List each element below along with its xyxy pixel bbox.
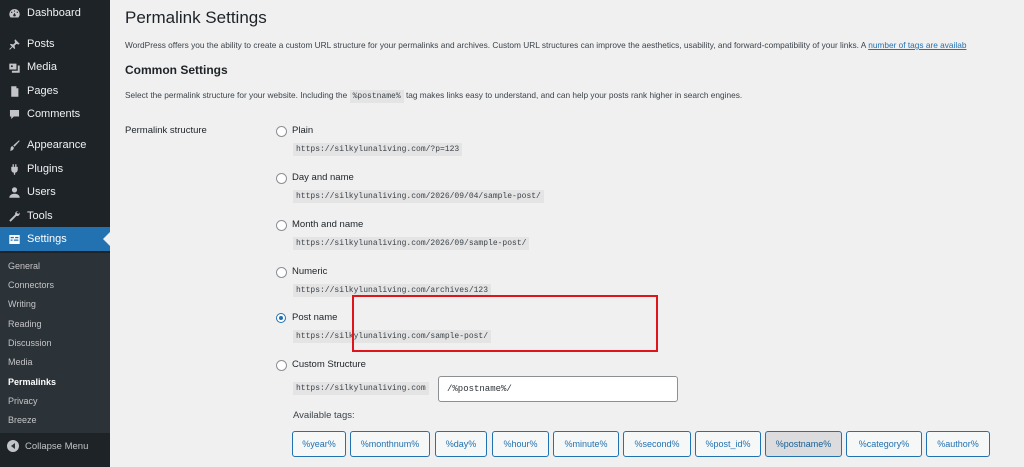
custom-structure-input[interactable]	[438, 376, 678, 402]
menu-tools[interactable]: Tools	[0, 204, 110, 228]
page-title: Permalink Settings	[125, 8, 267, 27]
menu-plugins[interactable]: Plugins	[0, 157, 110, 181]
dashboard-icon	[7, 6, 21, 20]
menu-settings-label: Settings	[27, 233, 67, 245]
radio-day-and-name[interactable]	[276, 173, 287, 184]
menu-dashboard-label: Dashboard	[27, 7, 81, 19]
submenu-discussion[interactable]: Discussion	[8, 338, 52, 348]
tag-button-monthnum[interactable]: %monthnum%	[350, 431, 430, 457]
radio-custom-structure[interactable]	[276, 360, 287, 371]
intro-text: WordPress offers you the ability to crea…	[125, 40, 966, 50]
submenu-media[interactable]: Media	[8, 357, 33, 367]
menu-media-label: Media	[27, 61, 57, 73]
collapse-arrow-icon	[7, 440, 19, 452]
tag-button-day[interactable]: %day%	[435, 431, 487, 457]
submenu-connectors[interactable]: Connectors	[8, 280, 54, 290]
menu-pages-label: Pages	[27, 85, 59, 97]
pushpin-icon	[7, 37, 21, 51]
permalink-structure-label: Permalink structure	[125, 125, 207, 136]
menu-appearance[interactable]: Appearance	[0, 133, 110, 157]
available-tags-label: Available tags:	[293, 410, 355, 421]
section-title: Common Settings	[125, 63, 228, 77]
submenu-writing[interactable]: Writing	[8, 299, 36, 309]
collapse-menu-label: Collapse Menu	[25, 440, 89, 452]
tag-button-post-id[interactable]: %post_id%	[695, 431, 761, 457]
menu-comments-label: Comments	[27, 108, 81, 120]
submenu-general[interactable]: General	[8, 261, 40, 271]
radio-numeric[interactable]	[276, 267, 287, 278]
wrench-icon	[7, 209, 21, 223]
collapse-menu-button[interactable]: Collapse Menu	[0, 436, 110, 456]
menu-comments[interactable]: Comments	[0, 102, 110, 126]
submenu-privacy[interactable]: Privacy	[8, 396, 38, 406]
custom-base-url: https://silkylunaliving.com	[293, 382, 429, 395]
section-description: Select the permalink structure for your …	[125, 90, 743, 103]
option-month-and-name-url: https://silkylunaliving.com/2026/09/samp…	[293, 237, 530, 250]
menu-users-label: Users	[27, 186, 56, 198]
menu-appearance-label: Appearance	[27, 139, 87, 151]
comment-icon	[7, 107, 21, 121]
menu-users[interactable]: Users	[0, 180, 110, 204]
section-desc-after: tag makes links easy to understand, and …	[405, 90, 743, 100]
option-custom-structure-label[interactable]: Custom Structure	[292, 359, 366, 370]
post-name-highlight-box	[352, 295, 658, 352]
tag-button-author[interactable]: %author%	[926, 431, 990, 457]
option-month-and-name-label[interactable]: Month and name	[292, 219, 363, 230]
section-desc-before: Select the permalink structure for your …	[125, 90, 348, 100]
media-icon	[7, 60, 21, 74]
brush-icon	[7, 138, 21, 152]
option-day-and-name-label[interactable]: Day and name	[292, 172, 354, 183]
submenu-breeze[interactable]: Breeze	[8, 415, 37, 425]
menu-settings[interactable]: Settings	[0, 227, 110, 251]
tag-button-year[interactable]: %year%	[292, 431, 346, 457]
settings-submenu: General Connectors Writing Reading Discu…	[0, 253, 110, 433]
menu-media[interactable]: Media	[0, 55, 110, 79]
tag-button-hour[interactable]: %hour%	[492, 431, 549, 457]
option-day-and-name-url: https://silkylunaliving.com/2026/09/04/s…	[293, 190, 544, 203]
submenu-permalinks[interactable]: Permalinks	[8, 377, 56, 387]
option-post-name-label[interactable]: Post name	[292, 312, 337, 323]
menu-dashboard[interactable]: Dashboard	[0, 1, 110, 25]
submenu-reading[interactable]: Reading	[8, 319, 42, 329]
option-numeric-label[interactable]: Numeric	[292, 266, 327, 277]
menu-posts-label: Posts	[27, 38, 55, 50]
option-plain-url: https://silkylunaliving.com/?p=123	[293, 143, 463, 156]
tag-button-second[interactable]: %second%	[623, 431, 691, 457]
main-content: Permalink Settings WordPress offers you …	[125, 0, 1024, 467]
menu-posts[interactable]: Posts	[0, 32, 110, 56]
intro-text-body: WordPress offers you the ability to crea…	[125, 40, 866, 50]
tag-button-postname[interactable]: %postname%	[765, 431, 842, 457]
menu-plugins-label: Plugins	[27, 163, 64, 175]
user-icon	[7, 185, 21, 199]
menu-tools-label: Tools	[27, 210, 53, 222]
plug-icon	[7, 162, 21, 176]
tag-button-category[interactable]: %category%	[846, 431, 922, 457]
postname-code: %postname%	[349, 90, 404, 103]
page-icon	[7, 84, 21, 98]
radio-post-name[interactable]	[276, 313, 286, 323]
menu-pages[interactable]: Pages	[0, 79, 110, 103]
radio-plain[interactable]	[276, 126, 287, 137]
available-tags-link[interactable]: number of tags are availab	[868, 40, 966, 50]
tag-button-minute[interactable]: %minute%	[553, 431, 619, 457]
radio-month-and-name[interactable]	[276, 220, 287, 231]
option-plain-label[interactable]: Plain	[292, 125, 313, 136]
settings-icon	[7, 232, 21, 246]
admin-sidebar: Dashboard Posts Media Pages Comments App…	[0, 0, 110, 467]
